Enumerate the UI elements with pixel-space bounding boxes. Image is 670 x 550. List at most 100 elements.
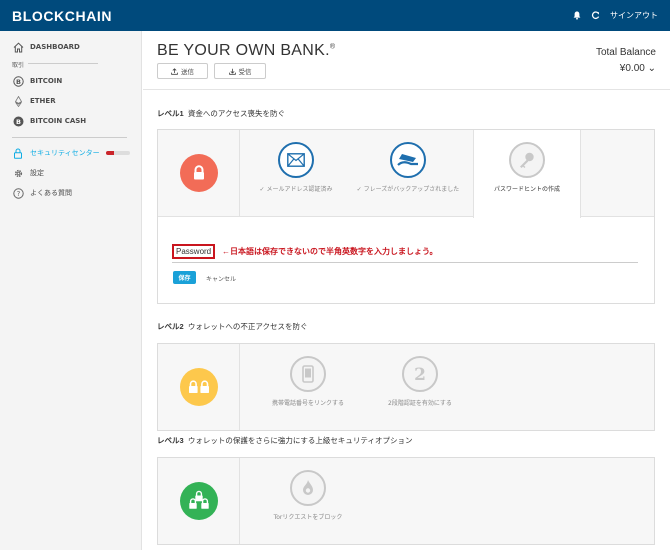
- step-two-factor[interactable]: 2 2段階認証を有効にする: [365, 344, 475, 430]
- receive-label: 受信: [238, 68, 252, 76]
- balance-label: Total Balance: [595, 47, 656, 58]
- level2-lock-badge: [179, 368, 218, 406]
- level3-lock-cell: [158, 458, 240, 544]
- balance-value: ¥0.00: [619, 63, 645, 74]
- level1-text: 資金へのアクセス喪失を防ぐ: [187, 109, 285, 118]
- home-icon: [12, 41, 24, 53]
- sidebar-item-label: DASHBOARD: [30, 43, 80, 51]
- step-password-hint[interactable]: パスワードヒントの作成: [473, 130, 581, 218]
- download-icon: [228, 68, 236, 75]
- bitcoin-cash-icon: B: [12, 115, 24, 127]
- double-lock-icon: [188, 380, 209, 393]
- main-content: BE YOUR OWN BANK.® 送信 受信 Total Balance ¥…: [143, 31, 670, 550]
- level2-lock-cell: [158, 344, 240, 430]
- step-label: パスワードヒントの作成: [493, 186, 560, 193]
- sidebar: DASHBOARD 取引 B BITCOIN ETHER B BITCOIN C…: [0, 31, 142, 550]
- step-label: ✓ フレーズがバックアップされました: [356, 186, 460, 193]
- send-button[interactable]: 送信: [157, 63, 208, 79]
- level2-title: レベル2 ウォレットへの不正アクセスを防ぐ: [157, 321, 307, 332]
- divider: [581, 216, 654, 217]
- sidebar-item-label: 設定: [30, 169, 44, 177]
- security-progress-bar: [105, 151, 130, 155]
- annotation-text: ←日本語は保存できないので半角英数字を入力しましょう。: [222, 247, 438, 256]
- level2-panel: 携帯電話番号をリンクする 2 2段階認証を有効にする: [157, 343, 655, 431]
- level1-lock-badge: [179, 154, 218, 192]
- receive-button[interactable]: 受信: [214, 63, 266, 79]
- level1-lock-cell: [158, 130, 240, 216]
- security-progress-fill: [105, 151, 114, 155]
- page-title: BE YOUR OWN BANK.®: [157, 42, 335, 60]
- cancel-button[interactable]: キャンセル: [206, 274, 236, 283]
- two-icon: 2: [414, 365, 426, 383]
- step-label: Torリクエストをブロック: [273, 514, 343, 521]
- sidebar-item-settings[interactable]: 設定: [12, 167, 44, 179]
- upload-icon: [171, 67, 178, 75]
- step-link-phone[interactable]: 携帯電話番号をリンクする: [253, 344, 363, 430]
- step-icon-circle: [509, 142, 545, 178]
- sidebar-item-label: ETHER: [30, 97, 56, 105]
- sidebar-item-bitcoin[interactable]: B BITCOIN: [12, 75, 62, 87]
- gear-icon: [12, 167, 24, 179]
- bell-icon[interactable]: [573, 11, 581, 20]
- svg-text:2: 2: [414, 365, 426, 383]
- level3-lock-badge: [179, 482, 218, 520]
- sidebar-item-label: セキュリティセンター: [30, 149, 100, 157]
- level2-steps: 携帯電話番号をリンクする 2 2段階認証を有効にする: [158, 344, 654, 430]
- send-label: 送信: [181, 68, 194, 76]
- top-bar: BLOCKCHAIN サインアウト: [0, 0, 670, 31]
- svg-text:B: B: [16, 77, 21, 85]
- bitcoin-icon: B: [12, 75, 24, 87]
- password-placeholder: Password: [176, 247, 212, 256]
- level3-panel: Torリクエストをブロック: [157, 457, 655, 545]
- sidebar-section-label: 取引: [12, 62, 25, 69]
- signout-link[interactable]: サインアウト: [610, 10, 658, 21]
- divider: [28, 63, 98, 64]
- step-icon-circle: 2: [402, 356, 438, 392]
- balance-dropdown[interactable]: ¥0.00 ⌄: [620, 63, 656, 74]
- divider: [158, 216, 473, 217]
- save-button[interactable]: 保存: [173, 271, 196, 284]
- level1-prefix: レベル1: [157, 109, 184, 118]
- level1-steps: ✓ メールアドレス認証済み ✓ フレーズがバックアップされました パスワードヒン…: [158, 130, 654, 218]
- svg-text:?: ?: [16, 190, 20, 198]
- step-block-tor[interactable]: Torリクエストをブロック: [253, 458, 363, 544]
- envelope-icon: [287, 153, 305, 167]
- question-icon: ?: [12, 187, 24, 199]
- step-email-verified[interactable]: ✓ メールアドレス認証済み: [241, 130, 351, 216]
- level1-title: レベル1 資金へのアクセス喪失を防ぐ: [157, 108, 285, 119]
- step-icon-circle: [290, 470, 326, 506]
- step-icon-circle: [290, 356, 326, 392]
- sidebar-item-label: よくある質問: [30, 189, 72, 197]
- lock-icon: [193, 165, 204, 180]
- registered-mark: ®: [329, 43, 336, 51]
- level3-steps: Torリクエストをブロック: [158, 458, 654, 544]
- sidebar-item-ether[interactable]: ETHER: [12, 95, 56, 107]
- step-phrase-backup[interactable]: ✓ フレーズがバックアップされました: [353, 130, 463, 216]
- level2-prefix: レベル2: [157, 322, 184, 331]
- level3-prefix: レベル3: [157, 436, 184, 445]
- divider: [143, 89, 670, 90]
- key-icon: [520, 152, 534, 168]
- triple-lock-icon: [188, 490, 209, 509]
- step-icon-circle: [390, 142, 426, 178]
- step-label: 携帯電話番号をリンクする: [271, 400, 344, 407]
- refresh-icon[interactable]: [591, 11, 600, 20]
- sidebar-item-label: BITCOIN CASH: [30, 117, 87, 125]
- level3-text: ウォレットの保護をさらに強力にする上級セキュリティオプション: [187, 436, 413, 445]
- level1-panel: ✓ メールアドレス認証済み ✓ フレーズがバックアップされました パスワードヒン…: [157, 129, 655, 304]
- chevron-down-icon: ⌄: [647, 63, 656, 74]
- ether-icon: [12, 95, 24, 107]
- sidebar-item-security[interactable]: セキュリティセンター: [12, 147, 130, 159]
- password-hint-input[interactable]: Password: [172, 244, 216, 259]
- headline-text: BE YOUR OWN BANK.: [157, 42, 330, 59]
- brand-logo[interactable]: BLOCKCHAIN: [12, 8, 112, 24]
- step-label: ✓ メールアドレス認証済み: [259, 186, 333, 193]
- level3-title: レベル3 ウォレットの保護をさらに強力にする上級セキュリティオプション: [157, 435, 412, 446]
- level2-text: ウォレットへの不正アクセスを防ぐ: [187, 322, 308, 331]
- sidebar-item-bitcoin-cash[interactable]: B BITCOIN CASH: [12, 115, 86, 127]
- sidebar-item-faq[interactable]: ? よくある質問: [12, 187, 72, 199]
- input-underline: [172, 262, 638, 263]
- divider: [12, 137, 127, 138]
- sidebar-item-dashboard[interactable]: DASHBOARD: [12, 41, 80, 53]
- lock-icon: [12, 147, 24, 159]
